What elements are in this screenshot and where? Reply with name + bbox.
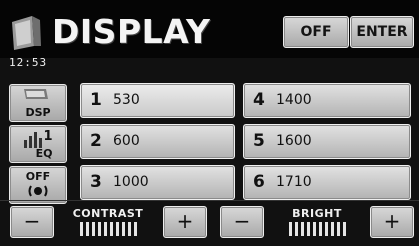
preset-2-button[interactable]: 2 600: [80, 124, 235, 159]
preset-3-button[interactable]: 3 1000: [80, 165, 235, 200]
clock: 12:53: [9, 56, 48, 69]
header-bar: DISPLAY OFF ENTER: [0, 0, 419, 58]
speaker-icon: [28, 185, 48, 197]
display-off-button[interactable]: OFF: [283, 16, 349, 48]
bright-level-bars: [264, 222, 370, 237]
eq-button[interactable]: 1 EQ: [9, 125, 67, 163]
preset-frequency: 1710: [276, 174, 312, 190]
bright-level: BRIGHT: [264, 205, 370, 239]
divider: [0, 200, 419, 201]
preset-number: 5: [253, 131, 265, 151]
preset-number: 3: [90, 172, 102, 192]
preset-6-button[interactable]: 6 1710: [243, 165, 411, 200]
preset-frequency: 1000: [113, 174, 149, 190]
preset-frequency: 1400: [276, 92, 312, 108]
preset-frequency: 530: [113, 92, 140, 108]
eq-label: EQ: [35, 147, 53, 160]
display-screen: DISPLAY OFF ENTER 12:53 DSP 1 EQ OFF 1 5…: [0, 0, 419, 246]
preset-number: 4: [253, 90, 265, 110]
bright-label: BRIGHT: [292, 207, 342, 220]
preset-5-button[interactable]: 5 1600: [243, 124, 411, 159]
contrast-minus-button[interactable]: −: [10, 206, 54, 238]
preset-number: 1: [90, 90, 102, 110]
page-title: DISPLAY: [52, 12, 211, 51]
enter-button[interactable]: ENTER: [350, 16, 414, 48]
display-icon: [10, 16, 42, 50]
contrast-label: CONTRAST: [72, 207, 144, 220]
preset-1-button[interactable]: 1 530: [80, 83, 235, 118]
preset-number: 6: [253, 172, 265, 192]
contrast-level-bars: [55, 222, 161, 237]
bright-minus-button[interactable]: −: [220, 206, 264, 238]
contrast-level: CONTRAST: [55, 205, 161, 239]
preset-4-button[interactable]: 4 1400: [243, 83, 411, 118]
dsp-button[interactable]: DSP: [9, 84, 67, 122]
audio-off-button[interactable]: OFF: [9, 166, 67, 204]
eq-number: 1: [43, 129, 53, 144]
preset-number: 2: [90, 131, 102, 151]
preset-frequency: 600: [113, 133, 140, 149]
preset-frequency: 1600: [276, 133, 312, 149]
dsp-label: DSP: [25, 106, 51, 119]
bright-plus-button[interactable]: +: [370, 206, 414, 238]
contrast-plus-button[interactable]: +: [163, 206, 207, 238]
